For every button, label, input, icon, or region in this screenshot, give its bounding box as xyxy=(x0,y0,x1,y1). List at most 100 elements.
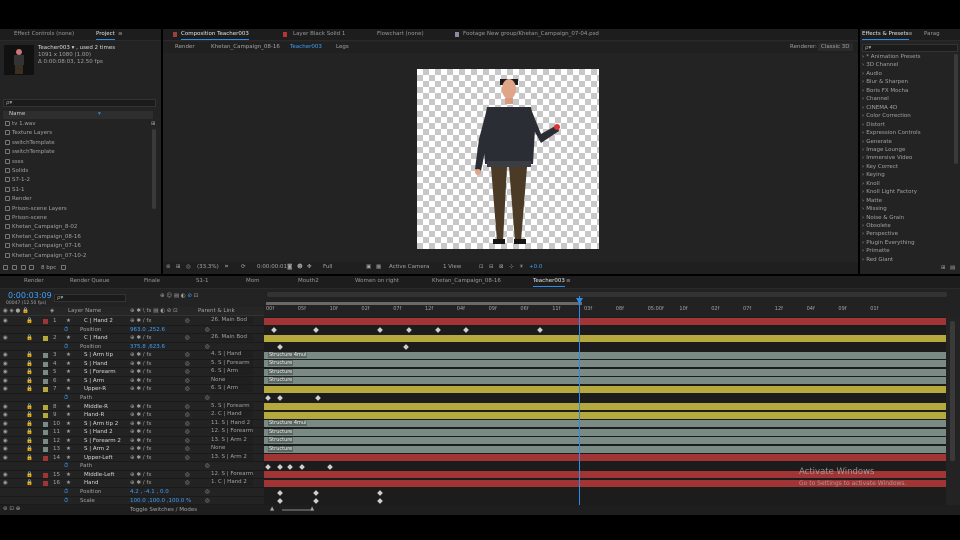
label-column-icon[interactable]: ◈ xyxy=(50,308,54,314)
project-search-input[interactable]: ρ▾ xyxy=(3,99,156,107)
timeline-zoom-slider[interactable] xyxy=(282,509,310,511)
lock-icon[interactable]: 🔒 xyxy=(26,361,33,367)
keyframe[interactable] xyxy=(406,327,412,333)
project-item[interactable]: Khetan_Campaign_07-16 xyxy=(3,243,151,252)
disclosure-arrow-icon[interactable]: › xyxy=(862,79,864,85)
keyframe[interactable] xyxy=(277,395,283,402)
disclosure-arrow-icon[interactable]: › xyxy=(862,96,864,102)
tab-layer[interactable]: Layer Black Solid 1 xyxy=(293,31,345,37)
disclosure-arrow-icon[interactable]: › xyxy=(862,172,864,178)
layer-duration-bar[interactable]: Structure xyxy=(264,428,946,436)
interpret-footage-icon[interactable] xyxy=(3,265,8,270)
layer-duration-bar[interactable]: Structure 4mul xyxy=(264,351,946,359)
work-area-bar[interactable] xyxy=(266,302,582,305)
viewer-timecode[interactable]: 0:00:00:01 xyxy=(257,264,287,270)
layer-label-color[interactable] xyxy=(43,481,48,487)
show-snapshot-icon[interactable]: ☻ xyxy=(297,264,303,270)
column-parent-link[interactable]: Parent & Link xyxy=(198,308,235,314)
parent-select[interactable]: 4. S | Hand xyxy=(211,351,253,359)
resolution-icon[interactable]: ⌗ xyxy=(225,264,228,271)
preview-time-icon[interactable]: ⟳ xyxy=(241,264,246,270)
exposure-value[interactable]: +0.0 xyxy=(529,264,542,270)
expression-pickwhip-icon[interactable]: ◎ xyxy=(205,344,210,350)
lock-icon[interactable]: 🔒 xyxy=(26,318,33,324)
layer-switches-icon[interactable]: ⊕ ✱ / fx xyxy=(130,412,152,418)
layer-label-color[interactable] xyxy=(43,336,48,342)
parent-pickwhip-icon[interactable]: ◎ xyxy=(185,480,190,486)
keyframe[interactable] xyxy=(403,344,409,350)
lock-icon[interactable]: 🔒 xyxy=(26,352,33,358)
av-switches-icon[interactable]: ◉ ◈ ● 🔒 xyxy=(3,308,29,314)
disclosure-arrow-icon[interactable]: › xyxy=(862,181,864,187)
visibility-eye-icon[interactable]: ◉ xyxy=(3,352,8,358)
property-row[interactable]: ⏱ Scale 100.0 ,100.0 ,100.0 % ◎ xyxy=(0,497,264,506)
lock-icon[interactable]: 🔒 xyxy=(26,421,33,427)
layer-label-color[interactable] xyxy=(43,404,48,410)
project-scrollbar[interactable] xyxy=(152,129,156,209)
parent-pickwhip-icon[interactable]: ◎ xyxy=(185,412,190,418)
frame-blending-icon[interactable]: ▤ xyxy=(174,293,181,299)
layer-row[interactable]: ◉ 🔒 15 ★ Middle-Left ⊕ ✱ / fx ◎ 12. S | Forearm xyxy=(0,470,264,480)
layer-switches-icon[interactable]: ⊕ ✱ / fx xyxy=(130,352,152,358)
keyframe[interactable] xyxy=(313,489,319,496)
layer-row[interactable]: ◉ 🔒 10 ★ S | Arm tip 2 ⊕ ✱ / fx ◎ 11. S | Hand … xyxy=(0,419,264,429)
layer-name[interactable]: S | Arm tip 2 xyxy=(84,421,118,427)
timeline-tab[interactable]: S1-1 xyxy=(196,278,208,284)
layer-name[interactable]: Middle-Left xyxy=(84,472,115,478)
disclosure-arrow-icon[interactable]: › xyxy=(862,248,864,254)
bpc-indicator[interactable]: 8 bpc xyxy=(41,265,56,271)
current-time-indicator[interactable] xyxy=(579,296,580,505)
property-value[interactable]: 100.0 ,100.0 ,100.0 % xyxy=(130,498,191,504)
property-value[interactable]: 375.8 ,623.6 xyxy=(130,344,165,350)
parent-select[interactable]: 13. S | Arm 2 xyxy=(211,453,253,461)
layer-label-color[interactable] xyxy=(43,447,48,453)
parent-select[interactable]: 11. S | Hand 2 xyxy=(211,419,253,427)
layer-name[interactable]: Upper-R xyxy=(84,386,106,392)
tab-paragraph[interactable]: Parag xyxy=(924,31,940,37)
parent-pickwhip-icon[interactable]: ◎ xyxy=(185,404,190,410)
timeline-search-input[interactable]: ρ▾ xyxy=(54,294,126,302)
keyframe[interactable] xyxy=(313,327,319,333)
property-row[interactable]: ⏱ Position 375.8 ,623.6 ◎ xyxy=(0,343,264,352)
parent-pickwhip-icon[interactable]: ◎ xyxy=(185,335,190,341)
layer-row[interactable]: ◉ 🔒 12 ★ S | Forearm 2 ⊕ ✱ / fx ◎ 13. S | Arm 2 xyxy=(0,436,264,446)
parent-select[interactable]: None xyxy=(211,445,253,453)
layer-row[interactable]: ◉ 🔒 5 ★ S | Forearm ⊕ ✱ / fx ◎ 6. S | Arm xyxy=(0,368,264,377)
property-row[interactable]: ⏱ Position 963.0 ,252.6 ◎ xyxy=(0,326,264,335)
disclosure-arrow-icon[interactable]: › xyxy=(862,54,864,60)
mask-icon[interactable]: ◎ xyxy=(186,264,191,270)
layer-label-color[interactable] xyxy=(43,353,48,359)
disclosure-arrow-icon[interactable]: › xyxy=(862,130,864,136)
parent-select[interactable]: 1. C | Hand 2 xyxy=(211,479,253,487)
layer-name[interactable]: S | Forearm xyxy=(84,369,116,375)
layer-label-color[interactable] xyxy=(43,421,48,427)
layer-switches-icon[interactable]: ⊕ ✱ / fx xyxy=(130,404,152,410)
view-layout-select[interactable]: 1 View xyxy=(443,264,461,270)
disclosure-arrow-icon[interactable]: › xyxy=(862,62,864,68)
parent-select[interactable]: 6. S | Arm xyxy=(211,368,253,376)
layer-row[interactable]: ◉ 🔒 6 ★ S | Arm ⊕ ✱ / fx ◎ None xyxy=(0,376,264,386)
composition-viewer[interactable] xyxy=(417,69,599,249)
magnification-select[interactable]: (33.3%) xyxy=(197,264,219,270)
layer-switches-icon[interactable]: ⊕ ✱ / fx xyxy=(130,480,152,486)
settings-icon[interactable] xyxy=(29,265,35,270)
lock-icon[interactable]: 🔒 xyxy=(26,472,33,478)
parent-select[interactable]: 26. Main Bod xyxy=(211,334,253,342)
timeline-tab[interactable]: Women on right xyxy=(355,278,399,284)
always-preview-icon[interactable]: ⊚ xyxy=(166,264,171,270)
layer-row[interactable]: ◉ 🔒 14 ★ Upper-Left ⊕ ✱ / fx ◎ 13. S | Arm 2 xyxy=(0,453,264,463)
visibility-eye-icon[interactable]: ◉ xyxy=(3,369,8,375)
layer-label-color[interactable] xyxy=(43,438,48,444)
layer-switches-icon[interactable]: ⊕ ✱ / fx xyxy=(130,361,152,367)
layer-name[interactable]: S | Arm tip xyxy=(84,352,113,358)
disclosure-arrow-icon[interactable]: › xyxy=(862,198,864,204)
disclosure-arrow-icon[interactable]: › xyxy=(862,88,864,94)
layer-row[interactable]: ◉ 🔒 7 ★ Upper-R ⊕ ✱ / fx ◎ 6. S | Arm xyxy=(0,385,264,394)
layer-label-color[interactable] xyxy=(43,413,48,419)
visibility-eye-icon[interactable]: ◉ xyxy=(3,386,8,392)
disclosure-arrow-icon[interactable]: › xyxy=(862,215,864,221)
layer-duration-bar[interactable] xyxy=(264,454,946,462)
layer-row[interactable]: ◉ 🔒 16 ★ Hand ⊕ ✱ / fx ◎ 1. C | Hand 2 xyxy=(0,479,264,488)
parent-select[interactable]: 12. S | Forearm xyxy=(211,428,253,436)
layer-name[interactable]: S | Arm xyxy=(84,378,104,384)
